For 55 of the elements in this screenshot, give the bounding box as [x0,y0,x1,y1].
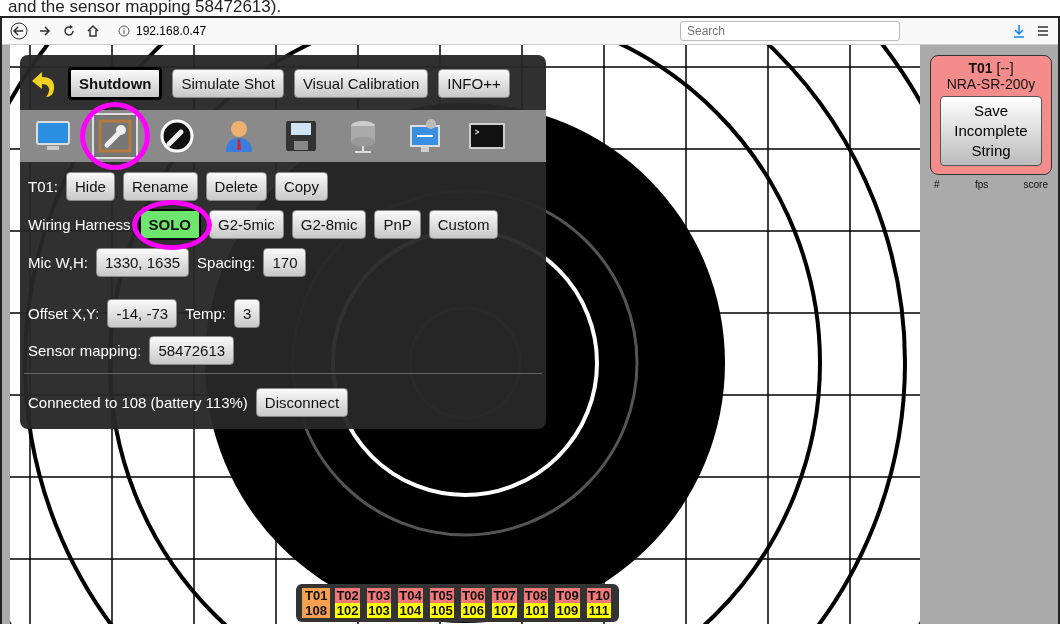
target-slot[interactable]: T02 102 [333,588,362,618]
disconnect-button[interactable]: Disconnect [255,388,349,417]
column-header: # [934,179,940,190]
target-action-button[interactable]: Hide [66,172,115,201]
menu-icon[interactable] [1036,24,1050,38]
target-label: T01: [28,178,58,195]
target-slot[interactable]: T10 111 [584,588,614,618]
back-icon[interactable] [10,22,28,40]
column-header: fps [974,179,989,190]
mapping-value-button[interactable]: 58472613 [149,336,235,365]
offset-value-button[interactable]: -14, -73 [107,299,178,328]
target-slot[interactable]: T07 107 [490,588,519,618]
harness-option-button[interactable]: Custom [428,210,499,239]
highlight-circle [80,102,150,170]
target-slot[interactable]: T08 101 [521,588,551,618]
column-header: score [1023,179,1048,190]
harness-label: Wiring Harness [28,216,131,233]
target-action-button[interactable]: Rename [122,172,198,201]
target-slot[interactable]: T06 106 [459,588,488,618]
target-action-button[interactable]: Delete [205,172,267,201]
mic-value-button[interactable]: 1330, 1635 [96,248,190,277]
toolbar-button[interactable]: Shutdown [68,67,163,100]
download-icon[interactable] [1012,24,1026,38]
connection-status: Connected to 108 (battery 113%) [28,394,248,411]
home-icon[interactable] [86,24,100,38]
harness-option-button[interactable]: G2-5mic [209,210,284,239]
harness-option-button[interactable]: G2-8mic [291,210,367,239]
target-slot[interactable]: T03 103 [364,588,394,618]
reload-icon[interactable] [62,24,76,38]
harness-option-button[interactable]: PnP [374,210,421,239]
toolbar-button[interactable]: Simulate Shot [172,69,284,98]
mic-label: Mic W,H: [28,254,88,271]
target-slot[interactable]: T04 104 [396,588,425,618]
target-action-button[interactable]: Copy [274,172,328,201]
harness-option-button[interactable]: SOLO [138,209,202,240]
search-field[interactable]: Search [680,21,900,41]
target-slot[interactable]: T09 109 [553,588,582,618]
offset-label: Offset X,Y: [28,305,100,322]
target-slot[interactable]: T05 105 [427,588,457,618]
save-button[interactable]: Save Incomplete String [940,96,1042,166]
temp-label: Temp: [185,305,226,322]
spacing-label: Spacing: [197,254,256,271]
address-bar[interactable]: 192.168.0.47 [110,21,670,41]
wrench-icon[interactable] [92,113,138,159]
toolbar-button[interactable]: INFO++ [438,69,510,98]
toolbar-button[interactable]: Visual Calibration [293,69,429,98]
target-slot[interactable]: T01 108 [302,588,331,618]
spacing-value-button[interactable]: 170 [263,248,307,277]
temp-value-button[interactable]: 3 [234,299,261,328]
card-title: T01 [--] [968,60,1014,76]
info-icon[interactable] [118,25,130,37]
mapping-label: Sensor mapping: [28,342,142,359]
course-name: NRA-SR-200y [946,76,1036,92]
caption-text: and the sensor mapping 58472613). [7,0,283,16]
forward-icon[interactable] [38,24,52,38]
